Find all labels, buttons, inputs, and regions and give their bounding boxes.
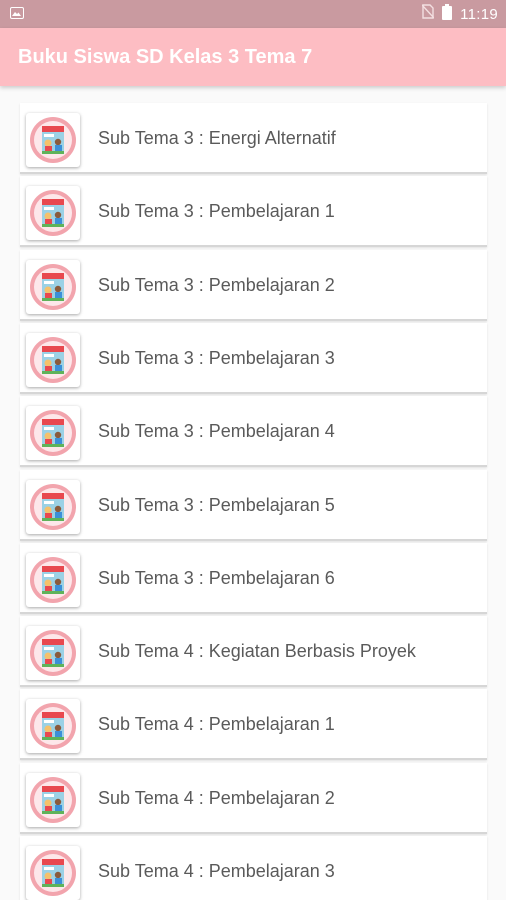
- list-item-4[interactable]: Sub Tema 3 : Pembelajaran 3: [20, 322, 487, 394]
- book-cover-icon: [26, 259, 80, 314]
- list-item-11[interactable]: Sub Tema 4 : Pembelajaran 3: [20, 836, 487, 900]
- list-item-label: Sub Tema 3 : Pembelajaran 6: [98, 567, 335, 588]
- list-item-9[interactable]: Sub Tema 4 : Pembelajaran 1: [20, 689, 487, 761]
- app-bar: Buku Siswa SD Kelas 3 Tema 7: [0, 28, 506, 86]
- battery-icon: [442, 3, 453, 25]
- list-item-label: Sub Tema 3 : Pembelajaran 1: [98, 201, 335, 222]
- list-item-10[interactable]: Sub Tema 4 : Pembelajaran 2: [20, 762, 487, 834]
- book-cover-icon: [26, 846, 80, 900]
- list-item-label: Sub Tema 3 : Energi Alternatif: [98, 128, 336, 148]
- list-item-label: Sub Tema 4 : Kegiatan Berbasis Proyek: [98, 641, 416, 662]
- list-item-label: Sub Tema 4 : Pembelajaran 2: [98, 787, 335, 808]
- list-item-label: Sub Tema 3 : Pembelajaran 4: [98, 421, 335, 442]
- no-sim-icon: [421, 4, 435, 24]
- book-cover-icon: [26, 552, 80, 607]
- book-cover-icon: [26, 332, 80, 387]
- book-cover-icon: [26, 113, 80, 167]
- list-item-8[interactable]: Sub Tema 4 : Kegiatan Berbasis Proyek: [20, 616, 487, 688]
- book-cover-icon: [26, 772, 80, 827]
- list-item-label: Sub Tema 3 : Pembelajaran 2: [98, 274, 335, 295]
- page-title: Buku Siswa SD Kelas 3 Tema 7: [18, 46, 313, 68]
- chapter-list: Sub Tema 3 : Energi Alternatif Sub Tema …: [0, 86, 506, 900]
- list-item-label: Sub Tema 4 : Pembelajaran 1: [98, 714, 335, 735]
- list-item-5[interactable]: Sub Tema 3 : Pembelajaran 4: [20, 396, 487, 468]
- list-item-label: Sub Tema 4 : Pembelajaran 3: [98, 861, 335, 881]
- book-cover-icon: [26, 479, 80, 534]
- book-cover-icon: [26, 699, 80, 754]
- list-item-1[interactable]: Sub Tema 3 : Energi Alternatif: [20, 103, 487, 174]
- list-item-7[interactable]: Sub Tema 3 : Pembelajaran 6: [20, 542, 487, 614]
- book-cover-icon: [26, 626, 80, 681]
- image-icon: [10, 7, 24, 19]
- list-item-label: Sub Tema 3 : Pembelajaran 3: [98, 347, 335, 368]
- list-item-label: Sub Tema 3 : Pembelajaran 5: [98, 494, 335, 515]
- book-cover-icon: [26, 406, 80, 461]
- list-item-6[interactable]: Sub Tema 3 : Pembelajaran 5: [20, 469, 487, 541]
- list-item-3[interactable]: Sub Tema 3 : Pembelajaran 2: [20, 249, 487, 321]
- status-bar: 11:19: [0, 0, 506, 28]
- book-cover-icon: [26, 186, 80, 241]
- clock: 11:19: [460, 5, 498, 23]
- list-item-2[interactable]: Sub Tema 3 : Pembelajaran 1: [20, 176, 487, 248]
